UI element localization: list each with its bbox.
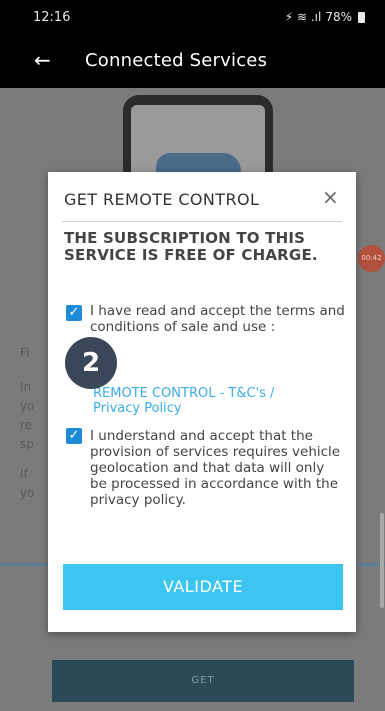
battery-level: 78% <box>325 10 352 24</box>
status-icons: ⚡ ≋ .ıl 78% <box>285 10 365 24</box>
bg-text-fragment-2: If yo <box>20 467 35 500</box>
scrollbar[interactable] <box>380 513 384 608</box>
remote-control-dialog: GET REMOTE CONTROL × THE SUBSCRIPTION TO… <box>48 172 356 632</box>
status-bar: 12:16 ⚡ ≋ .ıl 78% <box>0 0 385 36</box>
terms-text: I have read and accept the terms and con… <box>90 303 345 335</box>
step-number-badge: 2 <box>65 337 117 389</box>
close-icon[interactable]: × <box>322 185 339 209</box>
bg-heading-fragment: Fi <box>20 346 30 360</box>
bg-text-fragment: In yo re sp <box>20 380 35 451</box>
get-button[interactable]: GET <box>52 660 354 702</box>
dialog-headline: THE SUBSCRIPTION TO THIS SERVICE IS FREE… <box>64 229 318 264</box>
signal-icons: ⚡ ≋ .ıl <box>284 10 322 24</box>
terms-link[interactable]: REMOTE CONTROL - T&C's / <box>93 386 343 401</box>
geolocation-text: I understand and accept that the provisi… <box>90 428 341 508</box>
validate-button[interactable]: VALIDATE <box>63 564 343 610</box>
status-time: 12:16 <box>33 10 71 25</box>
battery-icon <box>358 11 365 23</box>
bg-red-badge: 00:42 <box>358 245 385 272</box>
dialog-divider <box>62 221 342 222</box>
app-bar: ← Connected Services <box>0 36 385 88</box>
privacy-policy-link[interactable]: Privacy Policy <box>93 401 343 416</box>
geolocation-checkbox[interactable]: ✓ <box>66 428 82 444</box>
dialog-title: GET REMOTE CONTROL <box>64 190 260 209</box>
back-arrow-icon[interactable]: ← <box>34 48 51 72</box>
terms-links: REMOTE CONTROL - T&C's / Privacy Policy <box>93 386 343 416</box>
page-title: Connected Services <box>85 50 268 71</box>
terms-checkbox[interactable]: ✓ <box>66 305 82 321</box>
